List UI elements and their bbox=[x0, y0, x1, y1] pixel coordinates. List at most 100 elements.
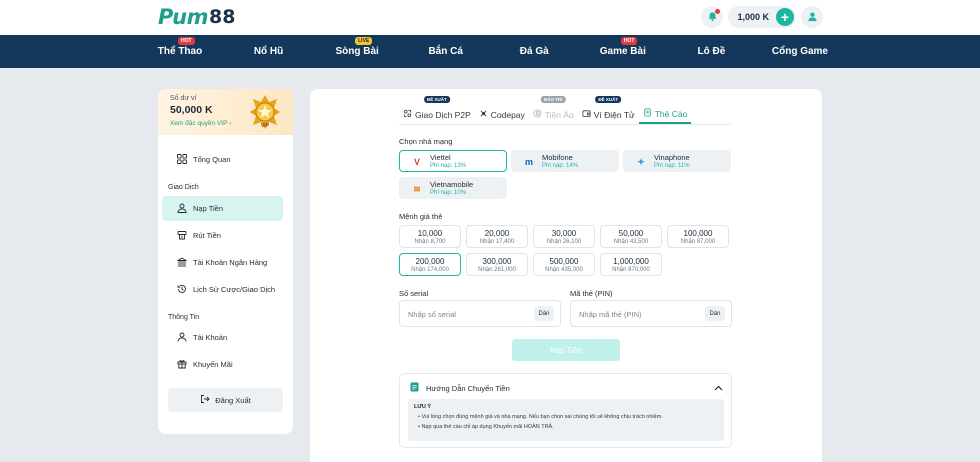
logout-label: Đăng Xuất bbox=[215, 395, 251, 405]
denom-value: 10,000 bbox=[417, 228, 443, 238]
sidebar-item-history[interactable]: Lịch Sử Cược/Giao Dịch bbox=[162, 277, 283, 302]
guide-title: Hướng Dẫn Chuyển Tiền bbox=[426, 383, 510, 393]
denom-option[interactable]: 1,000,000 Nhận 870,000 bbox=[600, 253, 662, 276]
denom-value: 30,000 bbox=[551, 228, 577, 238]
denom-option[interactable]: 300,000 Nhận 261,000 bbox=[466, 253, 528, 276]
denom-option[interactable]: 20,000 Nhận 17,400 bbox=[466, 225, 528, 248]
carrier-fee: Phí nạp: 13% bbox=[430, 163, 467, 169]
notification-dot bbox=[715, 9, 721, 14]
sidebar-item-promotions[interactable]: Khuyến Mãi bbox=[162, 352, 283, 377]
denom-option[interactable]: 10,000 Nhận 8,700 bbox=[399, 225, 461, 248]
nav-the-thao[interactable]: Thể Thao HOT bbox=[140, 37, 220, 57]
top-header: Pum 88 1,000 K + bbox=[0, 0, 980, 35]
nav-label: Bắn Cá bbox=[428, 46, 463, 57]
carrier-vinaphone[interactable]: ✦ Vinaphone Phí nạp: 11% bbox=[623, 150, 731, 172]
bank-icon bbox=[176, 256, 188, 269]
hot-badge: HOT bbox=[620, 37, 638, 45]
denom-value: 300,000 bbox=[482, 256, 512, 266]
nav-da-ga[interactable]: Đá Gà bbox=[494, 46, 574, 57]
denom-value: 20,000 bbox=[484, 228, 510, 238]
site-logo[interactable]: Pum 88 bbox=[158, 4, 235, 30]
tab-label: Thẻ Cào bbox=[654, 108, 688, 119]
pin-input[interactable] bbox=[579, 307, 699, 321]
carrier-vietnamobile[interactable]: ≋ Vietnamobile Phí nạp: 10% bbox=[399, 177, 507, 199]
denom-receive: Nhận 435,000 bbox=[545, 266, 583, 273]
live-badge: LIVE bbox=[355, 37, 373, 45]
nav-game-bai[interactable]: Game Bài HOT bbox=[583, 37, 663, 57]
sidebar-item-label: Nạp Tiền bbox=[193, 204, 224, 213]
sidebar-item-bank-account[interactable]: Tài Khoản Ngân Hàng bbox=[162, 250, 283, 275]
nav-ban-ca[interactable]: Bắn Cá bbox=[406, 46, 486, 57]
sidebar-item-account[interactable]: Tài Khoản bbox=[162, 325, 283, 350]
tab-scratch-card[interactable]: Thẻ Cào bbox=[638, 105, 692, 124]
logo-number: 88 bbox=[208, 6, 236, 28]
carrier-viettel[interactable]: V Viettel Phí nạp: 13% bbox=[399, 150, 507, 172]
logout-button[interactable]: Đăng Xuất bbox=[168, 388, 283, 412]
chevron-right-icon: › bbox=[229, 120, 232, 127]
submit-deposit-button[interactable]: Nạp Tiền bbox=[512, 339, 620, 361]
balance-pill[interactable]: 1,000 K + bbox=[728, 6, 796, 28]
paste-serial-button[interactable]: Dán bbox=[534, 306, 554, 321]
carrier-mobifone[interactable]: m Mobifone Phí nạp: 14% bbox=[511, 150, 619, 172]
serial-label: Số serial bbox=[399, 289, 429, 298]
carrier-name: Mobifone bbox=[542, 153, 573, 162]
nav-cong-game[interactable]: Cổng Game bbox=[760, 46, 840, 57]
carrier-fee: Phí nạp: 14% bbox=[542, 163, 579, 169]
note-line: • Vui lòng chọn đúng mệnh giá và nhà mạn… bbox=[418, 414, 663, 420]
paste-pin-button[interactable]: Dán bbox=[705, 306, 725, 321]
denom-receive: Nhận 8,700 bbox=[414, 238, 446, 245]
sidebar-item-label: Lịch Sử Cược/Giao Dịch bbox=[193, 285, 276, 294]
wallet-icon bbox=[582, 109, 591, 120]
denom-option[interactable]: 500,000 Nhận 435,000 bbox=[533, 253, 595, 276]
vip-link-label: Xem đặc quyền VIP bbox=[170, 120, 228, 127]
p2p-icon bbox=[403, 109, 412, 120]
denom-receive: Nhận 87,000 bbox=[680, 238, 716, 245]
nav-label: Cổng Game bbox=[771, 46, 828, 57]
mobifone-logo: m bbox=[524, 157, 533, 167]
deposit-plus-button[interactable]: + bbox=[776, 8, 794, 26]
sidebar-item-label: Tài Khoản bbox=[193, 333, 228, 342]
user-menu-button[interactable] bbox=[801, 6, 823, 28]
denom-option[interactable]: 30,000 Nhận 26,100 bbox=[533, 225, 595, 248]
chevron-up-icon[interactable] bbox=[714, 383, 723, 393]
sidebar-item-label: Tài Khoản Ngân Hàng bbox=[193, 258, 268, 267]
deposit-panel: ĐỀ XUẤT Giao Dịch P2P Codepay BẢO TRÌ Ti… bbox=[310, 89, 822, 462]
sidebar-item-withdraw[interactable]: Rút Tiền bbox=[162, 223, 283, 248]
user-icon bbox=[177, 332, 187, 344]
denom-receive: Nhận 261,000 bbox=[478, 266, 516, 273]
guide-header[interactable]: Hướng Dẫn Chuyển Tiền bbox=[410, 382, 510, 394]
denom-receive: Nhận 174,000 bbox=[411, 266, 449, 273]
denom-option[interactable]: 50,000 Nhận 43,500 bbox=[600, 225, 662, 248]
tab-codepay[interactable]: Codepay bbox=[475, 105, 529, 124]
header-balance: 1,000 K bbox=[737, 12, 769, 22]
carrier-label: Chọn nhà mạng bbox=[399, 137, 453, 146]
denom-option[interactable]: 100,000 Nhận 87,000 bbox=[667, 225, 729, 248]
nav-label: Game Bài bbox=[599, 46, 646, 57]
sidebar-item-label: Tổng Quan bbox=[193, 155, 231, 164]
logo-mark: Pum bbox=[158, 5, 208, 29]
gift-icon bbox=[177, 359, 187, 371]
tab-label: Tiền Ảo bbox=[544, 109, 574, 120]
tab-p2p[interactable]: ĐỀ XUẤT Giao Dịch P2P bbox=[399, 96, 475, 124]
coin-icon bbox=[533, 109, 542, 120]
user-deposit-icon bbox=[177, 203, 187, 215]
denom-receive: Nhận 870,000 bbox=[612, 266, 650, 273]
header-actions: 1,000 K + bbox=[701, 6, 823, 28]
nav-lo-de[interactable]: Lô Đề bbox=[671, 46, 751, 57]
nav-song-bai[interactable]: Sòng Bài LIVE bbox=[317, 37, 397, 57]
denom-receive: Nhận 17,400 bbox=[479, 238, 515, 245]
carrier-fee: Phí nạp: 11% bbox=[654, 163, 690, 169]
guide-note: LƯU Ý • Vui lòng chọn đúng mệnh giá và n… bbox=[408, 399, 724, 441]
tab-label: Codepay bbox=[490, 109, 525, 120]
nav-no-hu[interactable]: Nổ Hũ bbox=[229, 46, 309, 57]
denom-option-selected[interactable]: 200,000 Nhận 174,000 bbox=[399, 253, 461, 276]
sidebar-item-overview[interactable]: Tổng Quan bbox=[162, 147, 283, 172]
codepay-icon bbox=[479, 109, 488, 120]
serial-input[interactable] bbox=[408, 307, 528, 321]
pin-label: Mã thẻ (PIN) bbox=[570, 289, 613, 298]
tab-crypto[interactable]: BẢO TRÌ Tiền Ảo bbox=[529, 96, 578, 124]
notification-button[interactable] bbox=[701, 6, 724, 28]
tab-ewallet[interactable]: ĐỀ XUẤT Ví Điện Tử bbox=[578, 96, 639, 124]
sidebar-item-deposit[interactable]: Nạp Tiền bbox=[162, 196, 283, 221]
denom-receive: Nhận 43,500 bbox=[613, 238, 649, 245]
